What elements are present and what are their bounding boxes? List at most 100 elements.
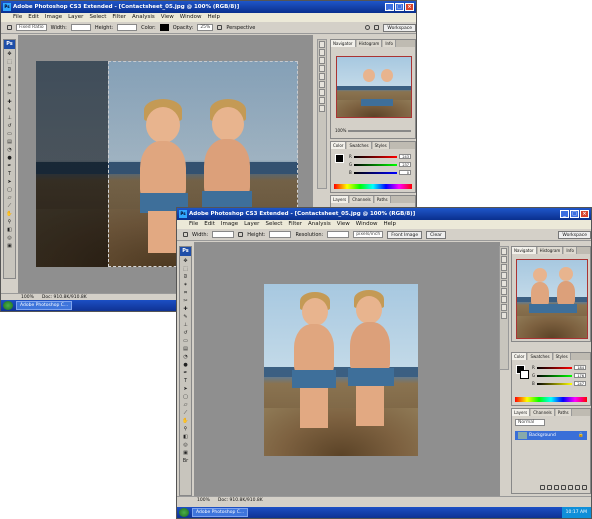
dock-info-icon[interactable] — [319, 49, 325, 56]
dock-tool-presets-icon[interactable] — [501, 272, 507, 279]
quick-mask-icon[interactable]: ◎ — [181, 441, 190, 448]
tab-navigator[interactable]: Navigator — [331, 40, 356, 47]
tab-channels[interactable]: Channels — [531, 409, 555, 416]
start-button[interactable] — [179, 508, 189, 517]
menu-select[interactable]: Select — [265, 220, 282, 229]
marquee-tool-icon[interactable]: ⬚ — [181, 265, 190, 272]
gradient-tool-icon[interactable]: ▤ — [5, 138, 14, 145]
tab-histogram[interactable]: Histogram — [537, 247, 564, 254]
taskbar-photoshop[interactable]: Adobe Photoshop C... — [192, 508, 249, 517]
menu-window[interactable]: Window — [356, 220, 378, 229]
color-spectrum[interactable] — [515, 397, 587, 402]
crop-tool-icon[interactable]: ⌗ — [181, 289, 190, 296]
swap-dimensions-icon[interactable] — [238, 232, 244, 237]
link-layers-icon[interactable] — [540, 485, 545, 490]
blend-mode-select[interactable]: Normal — [515, 419, 545, 426]
zoom-tool-icon[interactable]: ⚲ — [181, 425, 190, 432]
eraser-tool-icon[interactable]: ▭ — [5, 130, 14, 137]
maximize-button[interactable]: □ — [570, 210, 579, 218]
tab-styles[interactable]: Styles — [553, 353, 571, 360]
red-slider[interactable] — [536, 366, 572, 369]
dock-character-icon[interactable] — [319, 97, 325, 104]
front-image-button[interactable]: Front Image — [387, 230, 423, 239]
tab-swatches[interactable]: Swatches — [347, 142, 372, 149]
menu-image[interactable]: Image — [221, 220, 238, 229]
color-swatches-icon[interactable]: ◧ — [5, 226, 14, 233]
stamp-tool-icon[interactable]: ⊥ — [181, 321, 190, 328]
bridge-icon[interactable]: Br — [181, 457, 190, 464]
dock-layer-comps-icon[interactable] — [319, 73, 325, 80]
screen-mode-icon[interactable]: ▣ — [5, 242, 14, 249]
workspace-button[interactable]: Workspace — [383, 23, 416, 32]
background-color-swatch[interactable] — [520, 370, 529, 379]
green-slider[interactable] — [354, 163, 397, 166]
shape-tool-icon[interactable]: ▢ — [181, 393, 190, 400]
new-group-icon[interactable] — [568, 485, 573, 490]
history-brush-tool-icon[interactable]: ↺ — [181, 329, 190, 336]
notes-tool-icon[interactable]: ▱ — [181, 401, 190, 408]
canvas-area[interactable] — [194, 242, 500, 496]
zoom-tool-icon[interactable]: ⚲ — [5, 218, 14, 225]
menu-edit[interactable]: Edit — [204, 220, 215, 229]
minimize-button[interactable]: _ — [560, 210, 569, 218]
menu-help[interactable]: Help — [207, 13, 220, 22]
tab-info[interactable]: Info — [564, 247, 577, 254]
height-field[interactable] — [117, 24, 138, 31]
navigator-thumbnail[interactable] — [516, 259, 588, 339]
layer-mask-icon[interactable] — [554, 485, 559, 490]
dock-history-icon[interactable] — [319, 81, 325, 88]
tab-paths[interactable]: Paths — [374, 196, 391, 203]
taskbar-photoshop[interactable]: Adobe Photoshop C... — [16, 301, 73, 310]
green-slider[interactable] — [537, 374, 572, 377]
menu-window[interactable]: Window — [180, 13, 202, 22]
status-zoom[interactable]: 100% — [197, 497, 210, 504]
menu-file[interactable]: File — [189, 220, 198, 229]
dock-tool-presets-icon[interactable] — [319, 65, 325, 72]
type-tool-icon[interactable]: T — [5, 170, 14, 177]
menu-edit[interactable]: Edit — [28, 13, 39, 22]
notes-tool-icon[interactable]: ▱ — [5, 194, 14, 201]
menu-filter[interactable]: Filter — [112, 13, 126, 22]
dock-brush-icon[interactable] — [319, 57, 325, 64]
tab-color[interactable]: Color — [331, 142, 347, 149]
cancel-icon[interactable] — [365, 25, 371, 30]
green-value[interactable]: 176 — [574, 373, 586, 378]
resolution-field[interactable] — [327, 231, 350, 238]
brush-tool-icon[interactable]: ✎ — [181, 313, 190, 320]
gradient-tool-icon[interactable]: ▤ — [181, 345, 190, 352]
trash-icon[interactable] — [582, 485, 587, 490]
perspective-checkbox[interactable] — [217, 25, 223, 30]
width-field[interactable] — [70, 24, 91, 31]
width-field[interactable] — [212, 231, 235, 238]
layer-background[interactable]: Background 🔒 — [515, 431, 587, 440]
blue-value[interactable]: 247 — [574, 381, 586, 386]
color-spectrum[interactable] — [334, 184, 412, 189]
document-image[interactable] — [264, 284, 418, 456]
marquee-tool-icon[interactable]: ⬚ — [5, 58, 14, 65]
tab-color[interactable]: Color — [512, 353, 528, 360]
path-select-tool-icon[interactable]: ➤ — [5, 178, 14, 185]
dock-navigator-icon[interactable] — [501, 248, 507, 255]
close-button[interactable]: × — [405, 3, 414, 11]
eyedropper-tool-icon[interactable]: ⟋ — [181, 409, 190, 416]
crop-tool-icon[interactable]: ⌗ — [5, 82, 14, 89]
healing-tool-icon[interactable]: ✚ — [5, 98, 14, 105]
clear-button[interactable]: Clear — [426, 230, 446, 239]
brush-tool-icon[interactable]: ✎ — [5, 106, 14, 113]
lasso-tool-icon[interactable]: ᘐ — [5, 66, 14, 73]
resolution-unit-select[interactable]: pixels/inch — [353, 231, 384, 238]
move-tool-icon[interactable]: ✥ — [5, 50, 14, 57]
hand-tool-icon[interactable]: ✋ — [5, 210, 14, 217]
screen-mode-icon[interactable]: ▣ — [181, 449, 190, 456]
tab-paths[interactable]: Paths — [555, 409, 572, 416]
magic-wand-tool-icon[interactable]: ✶ — [181, 281, 190, 288]
healing-tool-icon[interactable]: ✚ — [181, 305, 190, 312]
blue-slider[interactable] — [536, 382, 572, 385]
path-select-tool-icon[interactable]: ➤ — [181, 385, 190, 392]
slice-tool-icon[interactable]: ✂ — [181, 297, 190, 304]
dodge-tool-icon[interactable]: ● — [181, 361, 190, 368]
close-button[interactable]: × — [580, 210, 589, 218]
tab-layers[interactable]: Layers — [512, 409, 531, 416]
lasso-tool-icon[interactable]: ᘐ — [181, 273, 190, 280]
foreground-color-swatch[interactable] — [335, 154, 344, 163]
